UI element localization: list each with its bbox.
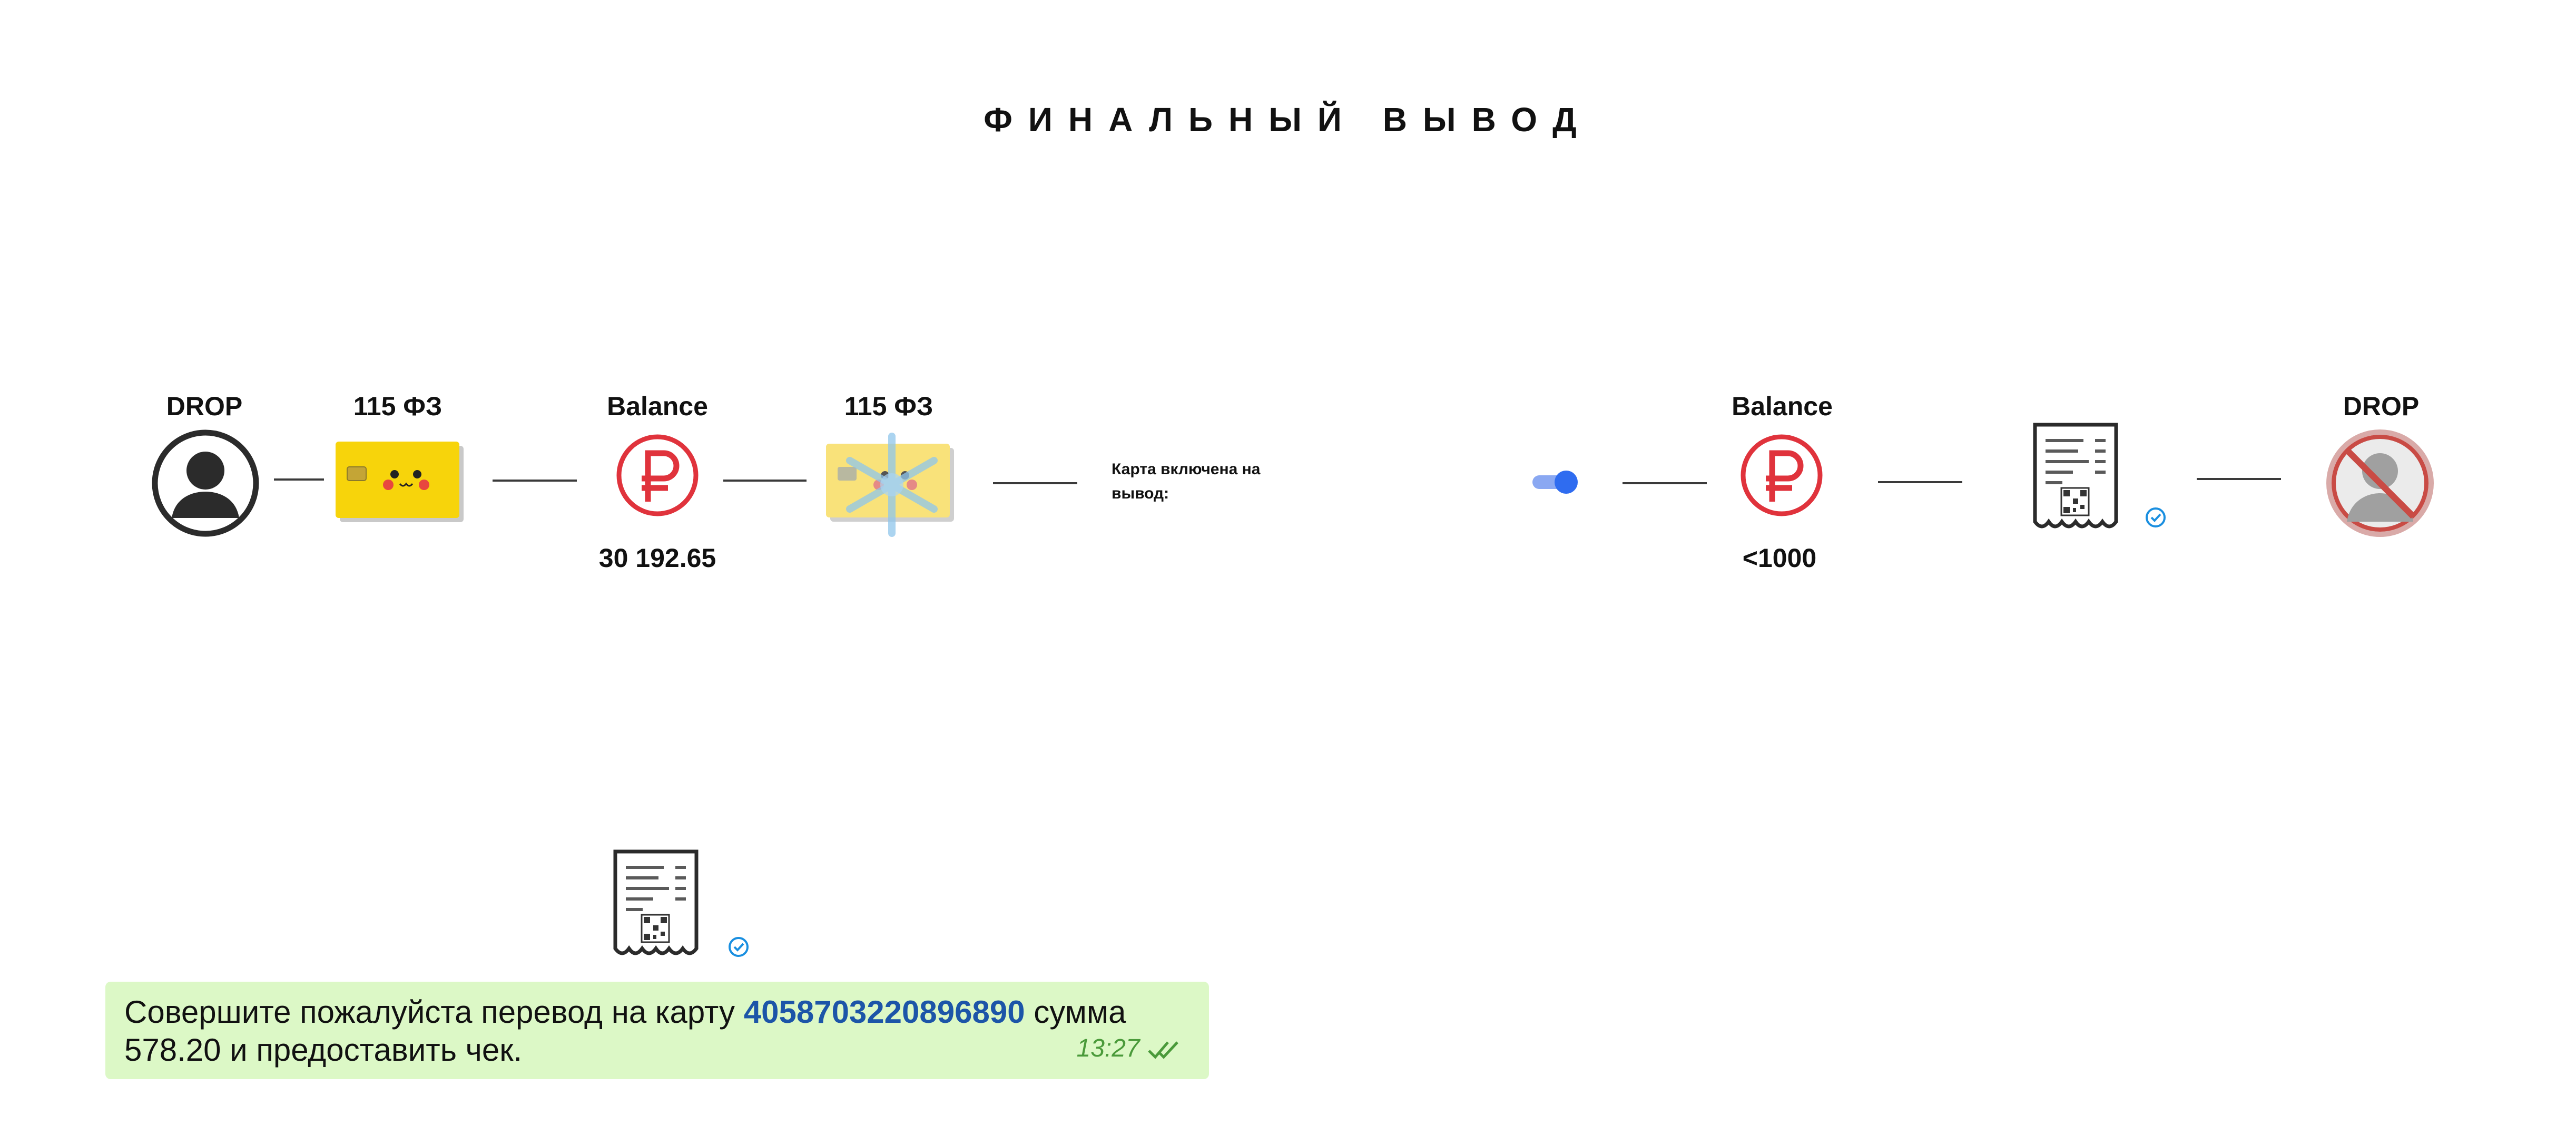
balance-1-value: 30 192.65 [598,543,716,573]
drop-left-label: DROP [166,392,243,421]
check-badge-icon [2144,506,2167,529]
card-enabled-note: Карта включена на вывод: [1112,461,1261,502]
ruble-icon [615,433,700,517]
card-2-label: 115 ФЗ [844,392,933,421]
card-number-link[interactable]: 4058703220896890 [744,994,1025,1030]
receipt-icon [611,847,701,963]
receipt-icon [2031,421,2120,536]
balance-1-label: Balance [607,392,708,421]
connector-line [1623,482,1707,484]
balance-2-value: <1000 [1742,543,1817,573]
page-title: ФИНАЛЬНЫЙ ВЫВОД [984,101,1592,139]
connector-line [723,480,807,482]
connector-line [1878,481,1962,483]
toggle-icon[interactable] [1530,469,1583,495]
bank-card-pikachu-icon [336,442,465,523]
card-1-label: 115 ФЗ [353,392,443,421]
balance-2-label: Balance [1732,392,1833,421]
drop-right-label: DROP [2343,392,2420,421]
connector-line [493,480,577,482]
message-text-before: Совершите пожалуйста перевод на карту [124,994,744,1030]
connector-line [2197,478,2281,480]
chat-message: Совершите пожалуйста перевод на карту 40… [105,982,1209,1079]
message-time: 13:27 [1076,1034,1140,1062]
user-blocked-icon [2325,428,2435,539]
connector-line [993,482,1077,484]
double-check-icon [1148,1041,1178,1059]
user-icon [152,429,259,537]
check-badge-icon [727,935,750,959]
bank-card-frozen-icon [826,432,958,537]
message-meta: 13:27 [1077,1030,1184,1068]
ruble-icon [1739,433,1824,517]
connector-line [274,478,324,481]
